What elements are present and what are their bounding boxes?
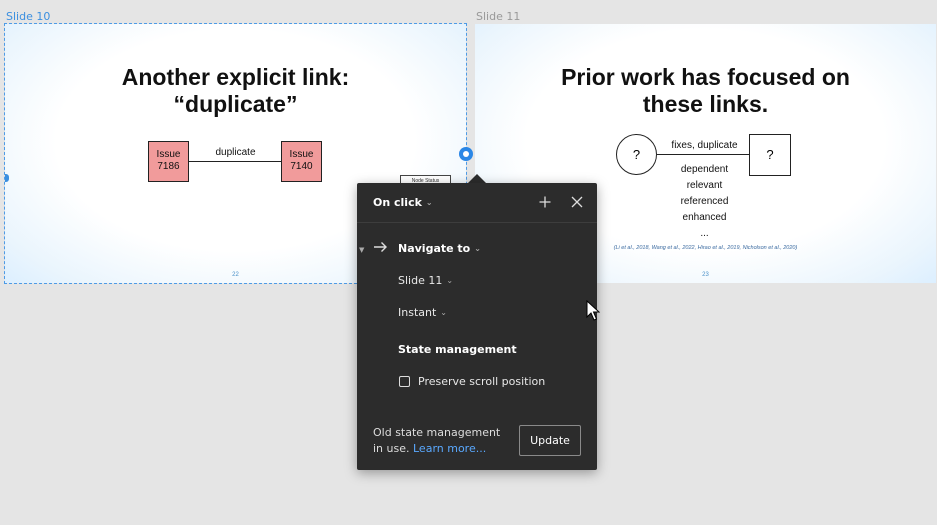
square-node: ? (749, 134, 791, 176)
slide-11-label[interactable]: Slide 11 (476, 10, 520, 23)
animation-label: Instant (398, 306, 437, 319)
interaction-panel: On click ⌄ ▼ Navigate to ⌄ Slide 11 ⌄ Insta… (357, 183, 597, 470)
issue-node-number: 7140 (290, 161, 313, 172)
chevron-down-icon: ⌄ (446, 276, 454, 285)
chevron-down-icon: ⌄ (425, 198, 433, 207)
link-type: relevant (686, 180, 723, 191)
link-type: referenced (680, 196, 729, 207)
slide-10-title-line-2: “duplicate” (173, 91, 298, 117)
plus-icon[interactable] (535, 193, 555, 213)
slide-11-title-line-2: these links. (642, 91, 769, 117)
trigger-dropdown[interactable]: On click ⌄ (373, 196, 433, 209)
issue-node-7140: Issue 7140 (281, 141, 322, 182)
slide-10-label[interactable]: Slide 10 (6, 10, 50, 23)
slide-11-title: Prior work has focused on these links. (475, 64, 936, 118)
slide-10-title: Another explicit link: “duplicate” (5, 64, 466, 118)
edge-label: duplicate (215, 147, 256, 158)
arrow-right-icon (373, 241, 388, 257)
animation-dropdown[interactable]: Instant ⌄ (398, 306, 447, 319)
mouse-cursor-icon (586, 299, 601, 327)
preserve-scroll-label[interactable]: Preserve scroll position (418, 375, 545, 388)
link-type: enhanced (682, 212, 727, 223)
issue-node-label: Issue (289, 149, 314, 160)
circle-node: ? (616, 134, 657, 175)
trigger-label: On click (373, 196, 422, 209)
slide-10-title-line-1: Another explicit link: (121, 64, 350, 90)
resize-handle[interactable] (5, 174, 9, 182)
notice-prefix: in use. (373, 442, 410, 455)
chevron-down-icon: ⌄ (440, 308, 447, 317)
destination-label: Slide 11 (398, 274, 443, 287)
link-edge (657, 154, 749, 155)
issue-node-7186: Issue 7186 (148, 141, 189, 182)
learn-more-link[interactable]: Learn more... (413, 442, 486, 455)
preserve-scroll-checkbox[interactable] (399, 376, 410, 387)
link-type-list: dependent relevant referenced enhanced .… (657, 162, 752, 242)
collapse-caret-icon[interactable]: ▼ (359, 246, 364, 254)
chevron-down-icon: ⌄ (474, 244, 481, 253)
panel-pointer (468, 174, 486, 183)
duplicate-edge (189, 161, 282, 162)
notice-line-1: Old state management (373, 426, 501, 439)
prototype-connection-handle[interactable] (459, 147, 473, 161)
edge-label: fixes, duplicate (671, 140, 738, 151)
issue-node-label: Issue (156, 149, 181, 160)
state-management-notice: Old state management in use. Learn more.… (373, 425, 500, 457)
link-type: ... (700, 228, 709, 239)
issue-node-number: 7186 (157, 161, 180, 172)
state-management-heading: State management (398, 343, 517, 356)
update-button[interactable]: Update (519, 425, 581, 456)
link-type: dependent (680, 164, 729, 175)
action-dropdown[interactable]: Navigate to ⌄ (398, 242, 481, 255)
panel-header: On click ⌄ (357, 183, 597, 223)
close-icon[interactable] (567, 193, 587, 213)
action-label: Navigate to (398, 242, 471, 255)
notice-line-2: in use. Learn more... (373, 441, 500, 457)
destination-dropdown[interactable]: Slide 11 ⌄ (398, 274, 453, 287)
slide-11-title-line-1: Prior work has focused on (561, 64, 850, 90)
